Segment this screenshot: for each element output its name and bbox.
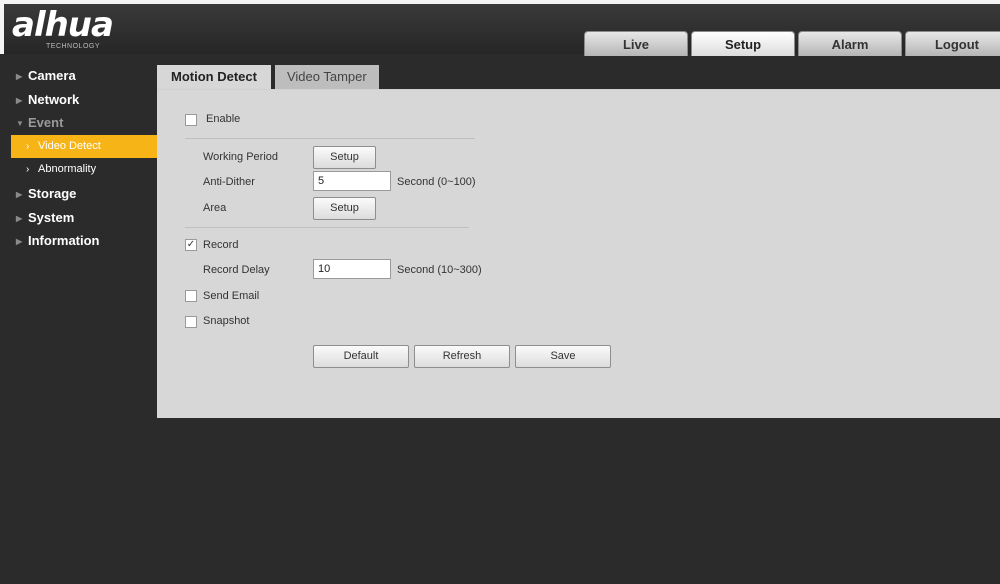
triangle-right-icon: ▶ <box>16 213 23 223</box>
anti-dither-input[interactable]: 5 <box>313 171 391 191</box>
anti-dither-unit: Second (0~100) <box>397 176 476 188</box>
content-area: Motion Detect Video Tamper Enable Workin… <box>157 65 1000 418</box>
divider <box>185 227 469 228</box>
motion-detect-panel: Enable Working Period Setup Anti-Dither … <box>157 89 1000 418</box>
sidebar-item-storage[interactable]: ▶ Storage <box>4 182 157 206</box>
content-tabs: Motion Detect Video Tamper <box>157 65 383 89</box>
tab-logout[interactable]: Logout <box>905 31 1000 56</box>
enable-checkbox[interactable] <box>185 114 197 126</box>
tab-alarm[interactable]: Alarm <box>798 31 902 56</box>
sidebar-item-label: Network <box>28 91 80 107</box>
sidebar-item-event[interactable]: ▼ Event <box>4 111 157 135</box>
top-nav-tabs: Live Setup Alarm Logout <box>584 31 1000 56</box>
area-setup-button[interactable]: Setup <box>313 197 376 220</box>
send-email-label: Send Email <box>203 290 260 302</box>
default-button[interactable]: Default <box>313 345 409 368</box>
anti-dither-label: Anti-Dither <box>203 176 255 188</box>
chevron-right-icon: › <box>26 140 30 152</box>
working-period-label: Working Period <box>203 151 278 163</box>
snapshot-checkbox[interactable] <box>185 316 197 328</box>
sidebar-item-label: Camera <box>28 68 76 83</box>
triangle-right-icon: ▶ <box>16 237 23 247</box>
sidebar-item-label: Abnormality <box>38 163 97 176</box>
tab-video-tamper[interactable]: Video Tamper <box>274 65 379 89</box>
sidebar-item-system[interactable]: ▶ System <box>4 206 157 230</box>
send-email-checkbox[interactable] <box>185 290 197 302</box>
triangle-right-icon: ▶ <box>16 72 23 81</box>
save-button[interactable]: Save <box>515 345 611 368</box>
record-delay-label: Record Delay <box>203 264 270 276</box>
sidebar-item-label: System <box>28 209 75 225</box>
area-label: Area <box>203 202 227 214</box>
record-label: Record <box>203 239 239 251</box>
enable-label: Enable <box>206 113 241 125</box>
triangle-down-icon: ▼ <box>16 119 24 129</box>
snapshot-label: Snapshot <box>203 315 250 327</box>
logo-subtitle: TECHNOLOGY <box>46 43 101 50</box>
sidebar-item-abnormality[interactable]: › Abnormality <box>4 158 157 182</box>
divider <box>185 138 475 139</box>
sidebar-item-video-detect[interactable]: › Video Detect <box>11 134 157 159</box>
sidebar-item-label: Video Detect <box>38 139 101 152</box>
chevron-right-icon: › <box>26 164 30 176</box>
tab-live[interactable]: Live <box>584 31 688 56</box>
sidebar: ▶ Camera ▶ Network ▼ Event › Video Detect › A… <box>4 64 157 253</box>
triangle-right-icon: ▶ <box>16 95 23 105</box>
tab-motion-detect[interactable]: Motion Detect <box>157 65 271 89</box>
sidebar-item-information[interactable]: ▶ Information <box>4 229 157 253</box>
working-period-setup-button[interactable]: Setup <box>313 146 376 169</box>
logo-brand: alhua <box>12 5 114 45</box>
triangle-right-icon: ▶ <box>16 189 23 199</box>
sidebar-item-label: Event <box>28 115 64 131</box>
record-delay-unit: Second (10~300) <box>397 264 482 276</box>
header-bar: alhua TECHNOLOGY Live Setup Alarm Logout <box>0 0 1000 56</box>
sidebar-item-label: Storage <box>28 185 77 201</box>
sidebar-item-camera[interactable]: ▶ Camera <box>4 64 157 88</box>
dahua-logo: alhua TECHNOLOGY <box>12 5 114 50</box>
sidebar-item-network[interactable]: ▶ Network <box>4 88 157 112</box>
refresh-button[interactable]: Refresh <box>414 345 510 368</box>
tab-setup[interactable]: Setup <box>691 31 795 56</box>
record-checkbox[interactable]: ✓ <box>185 239 197 251</box>
sidebar-item-label: Information <box>28 233 100 249</box>
record-delay-input[interactable]: 10 <box>313 259 391 279</box>
